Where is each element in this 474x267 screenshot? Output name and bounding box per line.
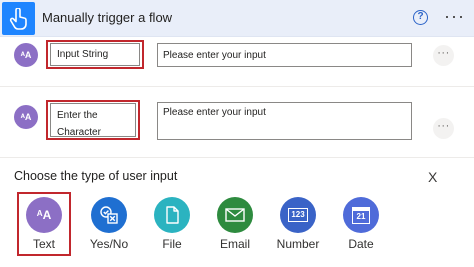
input-type-file[interactable]: File xyxy=(142,193,202,255)
close-icon[interactable]: X xyxy=(428,169,437,185)
input-type-label: Text xyxy=(32,237,55,251)
row-divider xyxy=(0,86,474,87)
input-type-text[interactable]: ᴬA Text xyxy=(14,193,74,255)
input-name-text-line1: Enter the xyxy=(57,110,98,121)
input-name-field[interactable]: Enter the Character xyxy=(50,103,136,138)
file-icon xyxy=(154,197,190,233)
number-icon: 123 xyxy=(280,197,316,233)
input-type-email[interactable]: Email xyxy=(205,193,265,255)
input-type-label: File xyxy=(162,237,182,251)
input-type-number[interactable]: 123 Number xyxy=(268,193,328,255)
manual-trigger-icon xyxy=(2,2,35,35)
input-row: ᴬA Enter the Character Please enter your… xyxy=(0,90,474,152)
input-more-options-icon[interactable]: ··· xyxy=(433,45,454,66)
flow-trigger-header[interactable]: Manually trigger a flow ? ··· xyxy=(0,0,474,37)
choose-input-type-title: Choose the type of user input xyxy=(14,169,178,183)
input-type-yes-no[interactable]: Yes/No xyxy=(79,193,139,255)
input-name-field[interactable]: Input String xyxy=(50,43,140,66)
input-row: ᴬA Input String Please enter your input … xyxy=(0,37,474,85)
input-placeholder: Please enter your input xyxy=(163,107,266,118)
input-type-label: Yes/No xyxy=(89,237,129,251)
yes-no-icon xyxy=(91,197,127,233)
calendar-icon: 21 xyxy=(343,197,379,233)
input-type-date[interactable]: 21 Date xyxy=(331,193,391,255)
email-icon xyxy=(217,197,253,233)
flow-title: Manually trigger a flow xyxy=(42,10,173,25)
more-options-icon[interactable]: ··· xyxy=(444,6,465,27)
input-type-label: Number xyxy=(276,237,320,251)
input-type-options: ᴬA Text Yes/No File Email 123 Number 21 … xyxy=(0,193,474,263)
row-divider xyxy=(0,157,474,158)
input-type-label: Email xyxy=(219,237,250,251)
input-name-text-line2: Character xyxy=(57,127,101,138)
input-value-field[interactable]: Please enter your input xyxy=(157,43,412,67)
text-input-avatar-icon: ᴬA xyxy=(14,43,38,67)
text-input-avatar-icon: ᴬA xyxy=(14,105,38,129)
input-value-field[interactable]: Please enter your input xyxy=(157,102,412,140)
input-more-options-icon[interactable]: ··· xyxy=(433,118,454,139)
input-type-label: Date xyxy=(348,237,374,251)
text-aa-icon: ᴬA xyxy=(26,197,62,233)
input-name-text: Input String xyxy=(57,49,109,60)
input-placeholder: Please enter your input xyxy=(163,50,266,61)
question-circle-icon[interactable]: ? xyxy=(413,10,428,25)
